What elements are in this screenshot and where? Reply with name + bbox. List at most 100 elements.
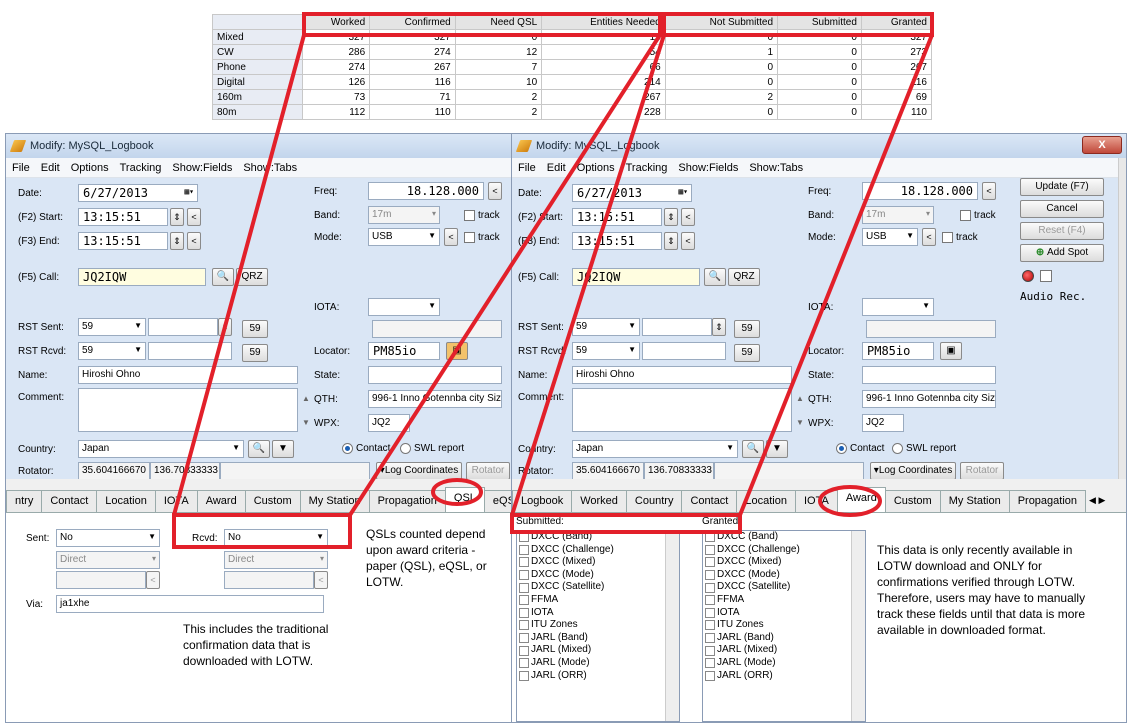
reset-button[interactable]: Reset (F4) (1020, 222, 1104, 240)
menu-show-tabs[interactable]: Show:Tabs (243, 162, 297, 174)
calendar-icon[interactable]: ▦▾ (184, 187, 194, 196)
tab-contact[interactable]: Contact (681, 490, 738, 512)
country-select[interactable]: Japan ▼ (572, 440, 738, 458)
rst-sent-field[interactable]: 59 ▼ (78, 318, 146, 336)
down-arrow-icon[interactable]: ▼ (302, 418, 310, 427)
freq-field[interactable]: 18.128.000 (862, 182, 978, 200)
award-list-item[interactable]: JARL (Mode) (703, 657, 865, 670)
award-checkbox[interactable] (705, 607, 715, 618)
calendar-icon[interactable]: ▦▾ (678, 187, 688, 196)
qsl-sent-select[interactable]: No ▼ (56, 529, 160, 547)
award-list-item[interactable]: JARL (Mixed) (517, 644, 679, 657)
spinner-icon[interactable]: ⇕ (664, 208, 678, 226)
rst-sent-59-button[interactable]: 59 (242, 320, 268, 338)
tab-award[interactable]: Award (196, 490, 246, 512)
latitude-field[interactable]: 35.604166670 (78, 462, 150, 480)
wpx-field[interactable]: JQ2 (862, 414, 904, 432)
award-list-item[interactable]: JARL (Band) (517, 632, 679, 645)
close-button[interactable]: X (1082, 136, 1122, 154)
award-checkbox[interactable] (705, 544, 715, 555)
tab-location[interactable]: Location (736, 490, 796, 512)
lookup-icon[interactable]: 🔍 (704, 268, 726, 286)
list-scrollbar[interactable] (665, 531, 679, 721)
rst-sent-field[interactable]: 59 ▼ (572, 318, 640, 336)
via-field[interactable]: ja1xhe (56, 595, 324, 613)
menu-show-fields[interactable]: Show:Fields (172, 162, 232, 174)
mode-select[interactable]: USB ▼ (862, 228, 918, 246)
award-checkbox[interactable] (519, 658, 529, 669)
menu-file[interactable]: File (12, 162, 30, 174)
award-checkbox[interactable] (519, 544, 529, 555)
swl-radio[interactable] (892, 443, 903, 454)
band-select[interactable]: 17m ▾ (862, 206, 934, 224)
award-checkbox[interactable] (519, 582, 529, 593)
menu-options[interactable]: Options (71, 162, 109, 174)
set-freq-button[interactable]: < (982, 182, 996, 200)
award-checkbox[interactable] (519, 670, 529, 681)
award-checkbox[interactable] (519, 620, 529, 631)
award-checkbox[interactable] (705, 633, 715, 644)
longitude-field[interactable]: 136.70833333 (150, 462, 220, 480)
state-field[interactable] (862, 366, 996, 384)
award-list-item[interactable]: IOTA (703, 607, 865, 620)
state-field[interactable] (368, 366, 502, 384)
rst-sent-extra-field[interactable] (642, 318, 712, 336)
tab-location[interactable]: Location (96, 490, 156, 512)
call-field[interactable]: JQ2IQW (78, 268, 206, 286)
rst-rcvd-59-button[interactable]: 59 (242, 344, 268, 362)
name-field[interactable]: Hiroshi Ohno (78, 366, 298, 384)
award-list-item[interactable]: DXCC (Satellite) (703, 581, 865, 594)
mode-select[interactable]: USB ▼ (368, 228, 440, 246)
rst-rcvd-extra-field[interactable] (642, 342, 726, 360)
tab-custom[interactable]: Custom (244, 490, 301, 512)
qsl-rcvd-via-select[interactable]: Direct ▾ (224, 551, 328, 569)
date-field[interactable]: 6/27/2013 ▦▾ (572, 184, 692, 202)
swl-radio[interactable] (400, 443, 411, 454)
award-checkbox[interactable] (705, 620, 715, 631)
locator-field[interactable]: PM85io (862, 342, 934, 360)
award-list-item[interactable]: DXCC (Band) (703, 531, 865, 544)
award-list-item[interactable]: IOTA (517, 607, 679, 620)
contact-radio[interactable] (836, 443, 847, 454)
submitted-award-list[interactable]: DXCC (Band) DXCC (Challenge) DXCC (Mixed) D… (516, 530, 680, 722)
award-checkbox[interactable] (519, 557, 529, 568)
contact-radio[interactable] (342, 443, 353, 454)
wpx-field[interactable]: JQ2 (368, 414, 410, 432)
qsl-sent-date-field[interactable] (56, 571, 146, 589)
award-list-item[interactable]: ITU Zones (703, 619, 865, 632)
award-checkbox[interactable] (519, 595, 529, 606)
award-list-item[interactable]: DXCC (Mode) (703, 569, 865, 582)
award-checkbox[interactable] (705, 582, 715, 593)
granted-award-list[interactable]: DXCC (Band) DXCC (Challenge) DXCC (Mixed) D… (702, 530, 866, 722)
up-arrow-icon[interactable]: ▲ (796, 394, 804, 403)
qth-field[interactable]: 996-1 Inno Gotennba city Sizu (368, 390, 502, 408)
set-sent-date-button[interactable]: < (146, 571, 160, 589)
award-list-item[interactable]: JARL (ORR) (517, 670, 679, 683)
latitude-field[interactable]: 35.604166670 (572, 462, 644, 480)
menu-edit[interactable]: Edit (41, 162, 60, 174)
rotator-button[interactable]: Rotator (466, 462, 510, 480)
tab-worked[interactable]: Worked (571, 490, 627, 512)
qsl-rcvd-date-field[interactable] (224, 571, 314, 589)
tab-qsl[interactable]: QSL (444, 487, 485, 512)
title-bar[interactable]: Modify: MySQL_Logbook (6, 134, 512, 158)
set-end-button[interactable]: < (681, 232, 695, 250)
tab-my-station[interactable]: My Station (299, 490, 370, 512)
tab-my-station[interactable]: My Station (939, 490, 1010, 512)
award-checkbox[interactable] (519, 532, 529, 543)
award-list-item[interactable]: ITU Zones (517, 619, 679, 632)
menu-tracking[interactable]: Tracking (626, 162, 668, 174)
menu-tracking[interactable]: Tracking (120, 162, 162, 174)
cancel-button[interactable]: Cancel (1020, 200, 1104, 218)
award-list-item[interactable]: DXCC (Satellite) (517, 581, 679, 594)
award-list-item[interactable]: FFMA (517, 594, 679, 607)
freq-field[interactable]: 18.128.000 (368, 182, 484, 200)
menu-edit[interactable]: Edit (547, 162, 566, 174)
record-checkbox[interactable] (1040, 270, 1052, 282)
country-lookup-icon[interactable]: 🔍 (742, 440, 764, 458)
track-band-checkbox[interactable] (464, 210, 475, 221)
track-mode-checkbox[interactable] (464, 232, 475, 243)
set-freq-button[interactable]: < (488, 182, 502, 200)
award-list-item[interactable]: FFMA (703, 594, 865, 607)
qsl-rcvd-select[interactable]: No ▼ (224, 529, 328, 547)
